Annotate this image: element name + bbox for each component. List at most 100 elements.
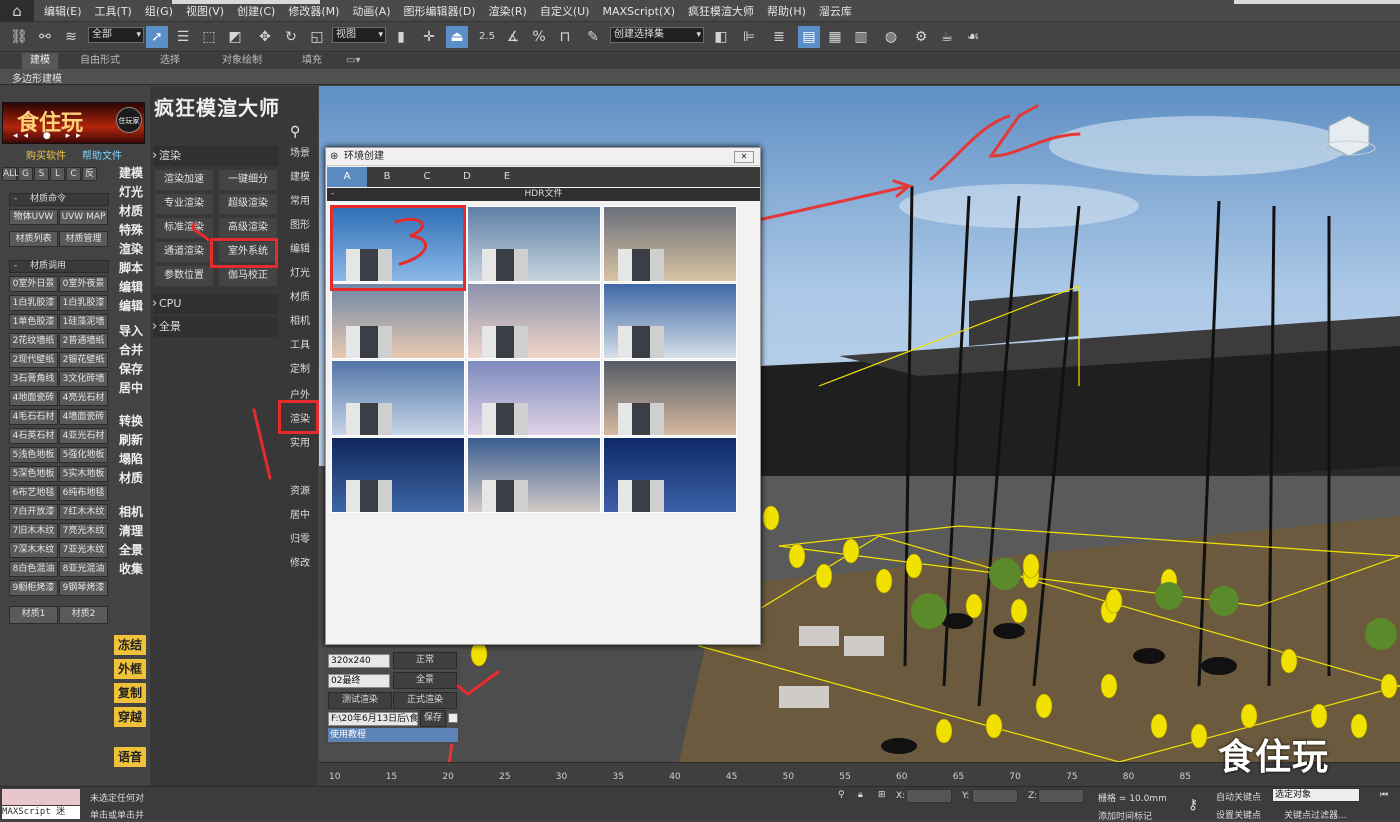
unlink-icon[interactable]: ⚯ xyxy=(34,26,56,48)
side-button[interactable]: 灯光 xyxy=(116,183,146,202)
material-item[interactable]: 4墙面瓷砖 xyxy=(59,409,108,425)
material-item[interactable]: 7亮光木纹 xyxy=(59,523,108,539)
ribbon-options-icon[interactable]: ▭▾ xyxy=(346,53,360,69)
nav-0[interactable]: 场景 xyxy=(284,144,316,164)
hdri-thumbnail[interactable] xyxy=(331,360,465,436)
hdri-thumbnail[interactable] xyxy=(467,360,601,436)
menu-item-6[interactable]: 动画(A) xyxy=(352,0,403,22)
letter-filter-2[interactable]: S xyxy=(34,167,49,181)
schematic-view-icon[interactable]: ▥ xyxy=(850,26,872,48)
material-item[interactable]: 8亚光混油 xyxy=(59,561,108,577)
letter-filter-4[interactable]: C xyxy=(66,167,81,181)
render-frame-icon[interactable]: ☕ xyxy=(936,26,958,48)
isolate-icon[interactable]: ⚲ xyxy=(838,790,845,800)
select-by-name-icon[interactable]: ☰ xyxy=(172,26,194,48)
material-command-header[interactable]: 材质命令 xyxy=(9,193,109,206)
yellow-button[interactable]: 语音 xyxy=(114,747,146,767)
side-button[interactable]: 塌陷 xyxy=(116,450,146,469)
side-button[interactable]: 导入 xyxy=(116,322,146,341)
hdr-section-header[interactable]: - HDR文件 xyxy=(327,188,760,201)
side-button[interactable]: 刷新 xyxy=(116,431,146,450)
hdr-tab-a[interactable]: A xyxy=(327,167,367,187)
letter-filter-1[interactable]: G xyxy=(18,167,33,181)
material-item[interactable]: 5浅色地板 xyxy=(9,447,58,463)
material-item[interactable]: 2普通墙纸 xyxy=(59,333,108,349)
side-button[interactable]: 编辑 xyxy=(116,297,146,316)
menu-item-10[interactable]: MAXScript(X) xyxy=(602,0,688,22)
pivot-center-icon[interactable]: ▮ xyxy=(390,26,412,48)
tab-populate[interactable]: 填充 xyxy=(302,53,322,69)
material-item[interactable]: 7红木木纹 xyxy=(59,504,108,520)
nav-5[interactable]: 灯光 xyxy=(284,264,316,284)
letter-filter-3[interactable]: L xyxy=(50,167,65,181)
menu-item-5[interactable]: 修改器(M) xyxy=(288,0,352,22)
side-button[interactable]: 清理 xyxy=(116,522,146,541)
material-item[interactable]: 7深木木纹 xyxy=(9,542,58,558)
nav-15[interactable]: 归零 xyxy=(284,530,316,550)
absolute-mode-icon[interactable]: ⊞ xyxy=(878,790,886,800)
material-item[interactable]: 6纯布地毯 xyxy=(59,485,108,501)
material-item[interactable]: 9钢琴烤漆 xyxy=(59,580,108,596)
curve-editor-icon[interactable]: ▦ xyxy=(824,26,846,48)
final-render-button[interactable]: 正式渲染 xyxy=(393,692,457,709)
hdr-tab-d[interactable]: D xyxy=(447,167,487,187)
save-button[interactable]: 保存 xyxy=(420,710,446,727)
menu-item-1[interactable]: 工具(T) xyxy=(95,0,145,22)
tab-freeform[interactable]: 自由形式 xyxy=(80,53,120,69)
side-button[interactable]: 全景 xyxy=(116,541,146,560)
set-key-button[interactable]: 设置关键点 xyxy=(1216,808,1261,821)
tab-selection[interactable]: 选择 xyxy=(160,53,180,69)
menu-item-12[interactable]: 帮助(H) xyxy=(767,0,819,22)
selection-filter-select[interactable]: 全部 xyxy=(88,27,144,43)
material-item[interactable]: 0室外夜景 xyxy=(59,276,108,292)
buy-software-link[interactable]: 购买软件 xyxy=(26,147,66,162)
side-button[interactable]: 居中 xyxy=(116,379,146,398)
hdri-thumbnail[interactable] xyxy=(467,206,601,282)
menu-item-0[interactable]: 编辑(E) xyxy=(44,0,95,22)
nav-14[interactable]: 居中 xyxy=(284,506,316,526)
material-item[interactable]: 5实木地板 xyxy=(59,466,108,482)
side-button[interactable]: 相机 xyxy=(116,503,146,522)
nav-13[interactable]: 资源 xyxy=(284,482,316,502)
render-button[interactable]: 一键细分 xyxy=(219,170,277,190)
nav-6[interactable]: 材质 xyxy=(284,288,316,308)
material-call-header[interactable]: 材质调用 xyxy=(9,260,109,273)
object-uvw-button[interactable]: 物体UVW xyxy=(9,209,58,225)
side-button[interactable]: 材质 xyxy=(116,202,146,221)
test-render-button[interactable]: 测试渲染 xyxy=(328,692,392,709)
material-page-2[interactable]: 材质2 xyxy=(59,606,108,624)
y-coordinate-field[interactable] xyxy=(972,789,1018,803)
key-filter-button[interactable]: 关键点过滤器... xyxy=(1284,808,1347,821)
collapse-toggle[interactable]: - xyxy=(331,188,334,201)
material-item[interactable]: 1白乳胶漆 xyxy=(59,295,108,311)
yellow-button[interactable]: 穿越 xyxy=(114,707,146,727)
angle-snap-icon[interactable]: ∡ xyxy=(502,26,524,48)
nav-1[interactable]: 建模 xyxy=(284,168,316,188)
material-item[interactable]: 2现代壁纸 xyxy=(9,352,58,368)
align-icon[interactable]: ⊫ xyxy=(738,26,760,48)
uvw-map-button[interactable]: UVW MAP xyxy=(59,209,108,225)
reference-coord-select[interactable]: 视图 xyxy=(332,27,386,43)
side-button[interactable]: 材质 xyxy=(116,469,146,488)
material-item[interactable]: 3文化砖墙 xyxy=(59,371,108,387)
snaps-toggle-icon[interactable]: 2.5 xyxy=(476,26,498,48)
nav-4[interactable]: 编辑 xyxy=(284,240,316,260)
render-button[interactable]: 伽马校正 xyxy=(219,266,277,286)
hdri-thumbnail[interactable] xyxy=(467,283,601,359)
nav-7[interactable]: 相机 xyxy=(284,312,316,332)
menu-item-7[interactable]: 图形编辑器(D) xyxy=(404,0,489,22)
render-setup-icon[interactable]: ⚙ xyxy=(910,26,932,48)
section-panorama[interactable]: 全景 xyxy=(152,317,278,337)
selected-objects-select[interactable]: 选定对象 xyxy=(1272,788,1360,802)
bind-spacewarp-icon[interactable]: ≋ xyxy=(60,26,82,48)
material-item[interactable]: 1硅藻泥墙 xyxy=(59,314,108,330)
menu-item-4[interactable]: 创建(C) xyxy=(237,0,288,22)
select-object-icon[interactable]: ➚ xyxy=(146,26,168,48)
nav-2[interactable]: 常用 xyxy=(284,192,316,212)
yellow-button[interactable]: 外框 xyxy=(114,659,146,679)
material-editor-icon[interactable]: ◍ xyxy=(880,26,902,48)
link-icon[interactable]: ⛓ xyxy=(8,26,30,48)
material-item[interactable]: 1单色胶漆 xyxy=(9,314,58,330)
layer-manager-icon[interactable]: ≣ xyxy=(768,26,790,48)
material-list-button[interactable]: 材质列表 xyxy=(9,231,58,247)
